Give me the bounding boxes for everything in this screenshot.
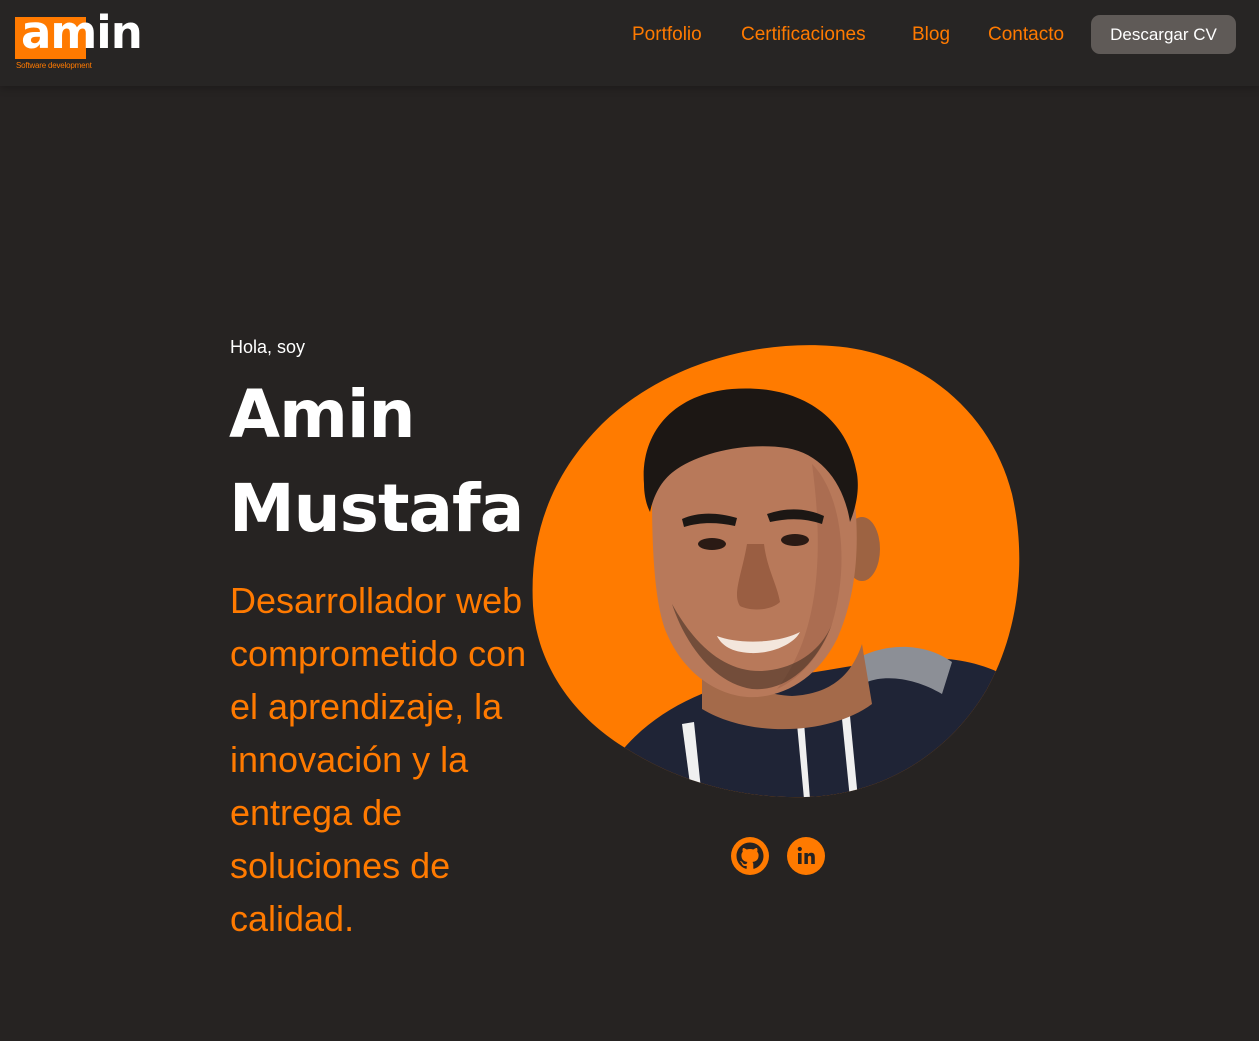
- nav-link-portfolio[interactable]: Portfolio: [632, 24, 702, 46]
- download-cv-button[interactable]: Descargar CV: [1091, 15, 1236, 54]
- hero-name-first: Amin: [229, 376, 415, 453]
- logo-wordmark: amin: [21, 10, 143, 55]
- hero-name: Amin Mustafa: [229, 368, 549, 556]
- logo-text-in: in: [96, 6, 142, 59]
- hero-tagline: Desarrollador web comprometido con el ap…: [230, 580, 527, 939]
- nav-link-blog[interactable]: Blog: [912, 24, 950, 46]
- hero-name-last: Mustafa: [229, 470, 524, 547]
- top-navbar: amin Software development Portfolio Cert…: [0, 0, 1259, 86]
- nav-link-contacto[interactable]: Contacto: [988, 24, 1064, 46]
- site-logo[interactable]: amin Software development: [15, 10, 150, 74]
- profile-photo: [532, 345, 1020, 798]
- logo-text-am: am: [21, 6, 97, 59]
- hero-greeting: Hola, soy: [230, 337, 306, 357]
- nav-link-certificaciones[interactable]: Certificaciones: [741, 24, 866, 46]
- linkedin-icon[interactable]: [786, 836, 826, 876]
- logo-tagline: Software development: [16, 61, 92, 70]
- social-links: [730, 836, 830, 876]
- github-icon[interactable]: [730, 836, 770, 876]
